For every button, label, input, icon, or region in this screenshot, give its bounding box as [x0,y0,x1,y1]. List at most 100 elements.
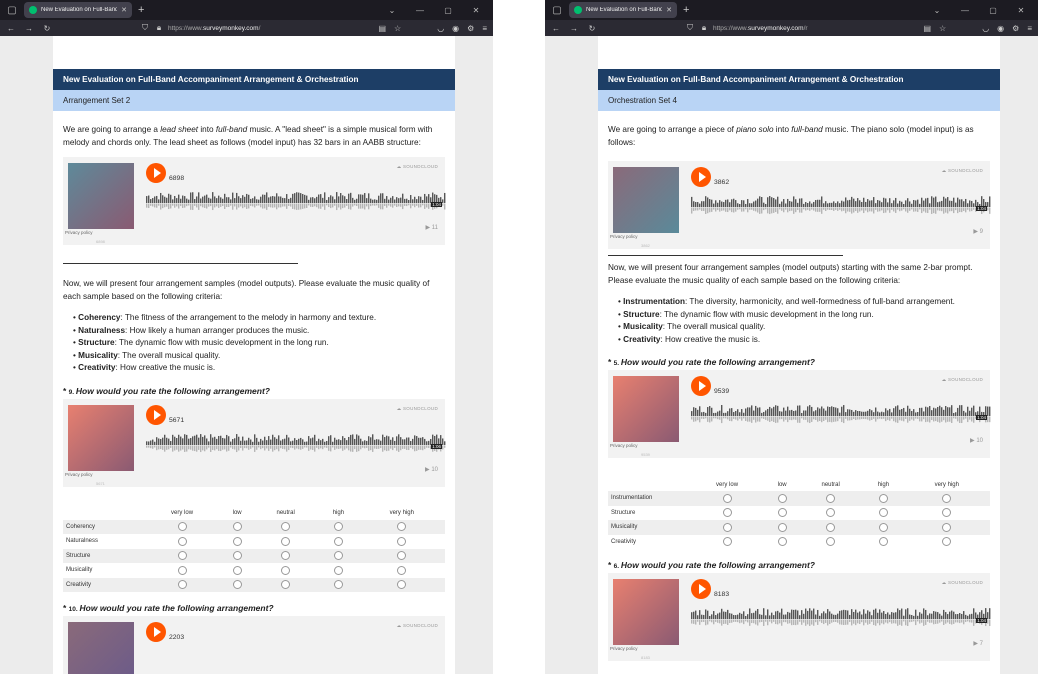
play-icon[interactable] [691,579,711,599]
bookmark-star-icon[interactable]: ☆ [394,24,401,33]
rating-radio[interactable] [281,536,291,546]
rating-radio[interactable] [397,580,407,590]
bookmark-star-icon[interactable]: ☆ [939,24,946,33]
url-bar[interactable]: ⛉ 🔒︎ https://www.surveymonkey.com/ [60,22,370,34]
browser-tab[interactable]: New Evaluation on Full-Band A ✕ [24,2,132,18]
soundcloud-logo-icon[interactable]: ☁ SOUNDCLOUD [942,377,983,383]
privacy-policy-link[interactable]: Privacy policy [65,472,93,477]
account-icon[interactable]: ◉ [452,24,459,33]
menu-icon[interactable]: ≡ [482,24,487,33]
maximize-icon[interactable]: ▢ [437,6,459,15]
soundcloud-player-q9[interactable]: 5671 ☁ SOUNDCLOUD 1:06 ▶ 10 Privacy poli… [63,398,446,487]
soundcloud-logo-icon[interactable]: ☁ SOUNDCLOUD [942,580,983,586]
forward-icon[interactable]: → [24,24,34,33]
lock-icon[interactable]: 🔒︎ [154,23,164,33]
privacy-policy-link[interactable]: Privacy policy [610,443,638,448]
tab-close-icon[interactable]: ✕ [666,6,672,14]
rating-radio[interactable] [722,537,732,547]
soundcloud-player-q5[interactable]: 9539 ☁ SOUNDCLOUD 1:04 ▶ 10 Privacy poli… [608,370,991,458]
rating-radio[interactable] [942,522,952,532]
privacy-policy-link[interactable]: Privacy policy [610,646,638,651]
tab-close-icon[interactable]: ✕ [121,6,127,14]
rating-radio[interactable] [878,522,888,532]
rating-radio[interactable] [777,537,787,547]
forward-icon[interactable]: → [569,24,579,33]
rating-radio[interactable] [777,508,787,518]
soundcloud-logo-icon[interactable]: ☁ SOUNDCLOUD [942,168,983,174]
rating-radio[interactable] [177,522,187,532]
soundcloud-player-q10[interactable]: 2203 ☁ SOUNDCLOUD [63,616,445,674]
rating-radio[interactable] [232,565,242,575]
rating-radio[interactable] [826,493,836,503]
play-icon[interactable] [146,622,166,642]
lock-icon[interactable]: 🔒︎ [699,23,709,33]
tab-overflow-icon[interactable]: ⌄ [381,6,403,15]
new-tab-icon[interactable]: + [683,4,689,16]
play-icon[interactable] [691,167,711,187]
url-bar[interactable]: ⛉ 🔒︎ https://www.surveymonkey.com/r [605,22,915,34]
rating-radio[interactable] [281,522,291,532]
pocket-icon[interactable]: ◡ [982,24,989,33]
rating-radio[interactable] [281,580,291,590]
waveform[interactable] [146,190,446,212]
rating-radio[interactable] [177,551,187,561]
rating-radio[interactable] [826,522,836,532]
rating-radio[interactable] [333,522,343,532]
rating-radio[interactable] [177,565,187,575]
rating-radio[interactable] [397,522,407,532]
rating-radio[interactable] [777,493,787,503]
waveform[interactable] [691,606,991,628]
rating-radio[interactable] [281,551,291,561]
rating-radio[interactable] [777,522,787,532]
waveform[interactable] [691,194,991,216]
rating-radio[interactable] [722,493,732,503]
rating-radio[interactable] [333,536,343,546]
rating-radio[interactable] [177,580,187,590]
play-icon[interactable] [691,376,711,396]
rating-radio[interactable] [397,551,407,561]
rating-radio[interactable] [232,536,242,546]
play-icon[interactable] [146,163,166,183]
rating-radio[interactable] [878,493,888,503]
reload-icon[interactable]: ↻ [587,24,597,33]
extensions-icon[interactable]: ⚙ [467,24,474,33]
privacy-policy-link[interactable]: Privacy policy [610,234,638,239]
soundcloud-logo-icon[interactable]: ☁ SOUNDCLOUD [397,623,438,629]
back-icon[interactable]: ← [6,24,16,33]
soundcloud-logo-icon[interactable]: ☁ SOUNDCLOUD [397,406,438,412]
play-icon[interactable] [146,404,166,425]
rating-radio[interactable] [722,522,732,532]
menu-icon[interactable]: ≡ [1027,24,1032,33]
rating-radio[interactable] [878,537,888,547]
soundcloud-player-input[interactable]: 6898 ☁ SOUNDCLOUD 1:04 ▶ 11 Privacy poli… [63,157,446,245]
rating-radio[interactable] [397,536,407,546]
rating-radio[interactable] [177,536,187,546]
rating-radio[interactable] [942,537,952,547]
rating-radio[interactable] [942,493,952,503]
account-icon[interactable]: ◉ [997,24,1004,33]
close-window-icon[interactable]: ✕ [465,6,487,15]
soundcloud-logo-icon[interactable]: ☁ SOUNDCLOUD [397,164,438,170]
rating-radio[interactable] [333,565,343,575]
waveform[interactable] [691,403,991,425]
back-icon[interactable]: ← [551,24,561,33]
extensions-icon[interactable]: ⚙ [1012,24,1019,33]
rating-radio[interactable] [232,580,242,590]
close-window-icon[interactable]: ✕ [1010,6,1032,15]
rating-radio[interactable] [281,565,291,575]
waveform[interactable] [146,432,446,454]
pocket-icon[interactable]: ◡ [437,24,444,33]
rating-radio[interactable] [878,508,888,518]
reader-view-icon[interactable]: ▤ [378,24,386,33]
privacy-policy-link[interactable]: Privacy policy [65,230,93,235]
rating-radio[interactable] [232,551,242,561]
reload-icon[interactable]: ↻ [42,24,52,33]
shield-icon[interactable]: ⛉ [685,23,695,33]
minimize-icon[interactable]: — [954,6,976,15]
rating-radio[interactable] [333,551,343,561]
minimize-icon[interactable]: — [409,6,431,15]
reader-view-icon[interactable]: ▤ [923,24,931,33]
tab-overflow-icon[interactable]: ⌄ [926,6,948,15]
new-tab-icon[interactable]: + [138,4,144,16]
maximize-icon[interactable]: ▢ [982,6,1004,15]
